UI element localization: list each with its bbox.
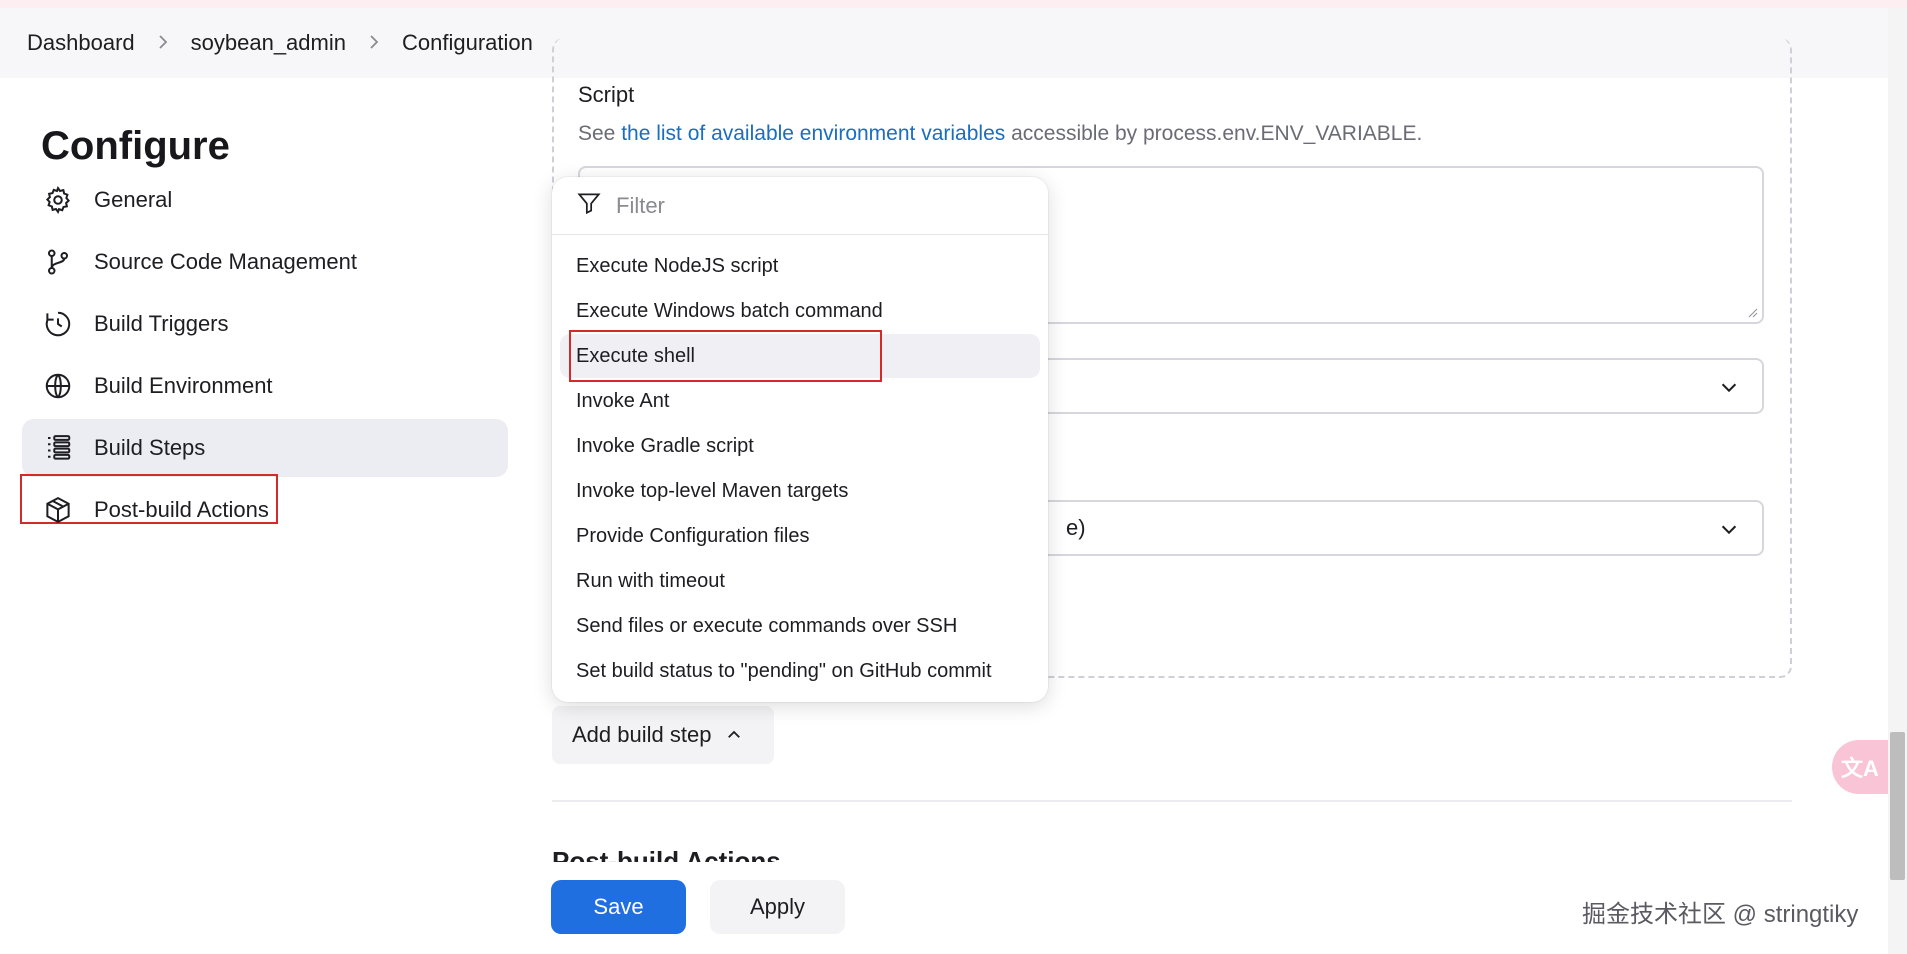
apply-button[interactable]: Apply — [710, 880, 845, 934]
sidebar-item-label: General — [94, 187, 173, 212]
breadcrumb-separator-icon — [368, 30, 380, 56]
highlight-box-execute-shell — [569, 330, 882, 382]
sidebar: Configure General Source Code Management… — [0, 78, 520, 948]
section-divider — [552, 800, 1792, 802]
breadcrumb-project[interactable]: soybean_admin — [191, 30, 346, 56]
breadcrumb-configuration[interactable]: Configuration — [402, 30, 533, 56]
resize-grip-icon[interactable] — [1746, 306, 1758, 318]
menu-item-set-build-status-pending[interactable]: Set build status to "pending" on GitHub … — [560, 649, 1040, 693]
chevron-down-icon — [1721, 525, 1737, 535]
chevron-down-icon — [1721, 383, 1737, 393]
add-build-step-label: Add build step — [572, 722, 712, 747]
package-icon — [42, 494, 74, 526]
sidebar-item-label: Build Triggers — [94, 311, 229, 336]
filter-placeholder: Filter — [616, 192, 665, 218]
menu-item-provide-configuration-files[interactable]: Provide Configuration files — [560, 514, 1040, 558]
gear-icon — [42, 184, 74, 216]
watermark-text: 掘金技术社区 @ stringtiky — [1582, 901, 1859, 928]
chevron-up-icon — [725, 726, 743, 744]
sidebar-item-general[interactable]: General — [22, 171, 508, 229]
breadcrumb-dashboard[interactable]: Dashboard — [27, 30, 135, 56]
sidebar-item-label: Post-build Actions — [94, 497, 269, 522]
menu-item-execute-nodejs-script[interactable]: Execute NodeJS script — [560, 244, 1040, 288]
breadcrumb-separator-icon — [157, 30, 169, 56]
sidebar-item-post-build-actions[interactable]: Post-build Actions — [22, 481, 508, 539]
sidebar-item-label: Build Environment — [94, 373, 273, 398]
sidebar-item-source-code-management[interactable]: Source Code Management — [22, 233, 508, 291]
save-button[interactable]: Save — [551, 880, 686, 934]
filter-input[interactable]: Filter — [552, 177, 1048, 235]
sidebar-item-build-environment[interactable]: Build Environment — [22, 357, 508, 415]
sidebar-item-label: Source Code Management — [94, 249, 357, 274]
clock-icon — [42, 308, 74, 340]
menu-item-invoke-maven-targets[interactable]: Invoke top-level Maven targets — [560, 469, 1040, 513]
sidebar-item-build-steps[interactable]: Build Steps — [22, 419, 508, 477]
sidebar-item-build-triggers[interactable]: Build Triggers — [22, 295, 508, 353]
build-step-dropdown: Filter Execute NodeJS script Execute Win… — [552, 177, 1048, 702]
globe-icon — [42, 370, 74, 402]
script-help-text: See the list of available environment va… — [578, 122, 1423, 145]
translate-button[interactable]: 文A — [1832, 740, 1888, 794]
translate-icon: 文A — [1841, 756, 1879, 781]
env-variables-link[interactable]: the list of available environment variab… — [621, 122, 1005, 145]
list-icon — [42, 432, 74, 464]
sidebar-item-label: Build Steps — [94, 435, 206, 460]
scrollbar-thumb[interactable] — [1890, 732, 1905, 880]
page-title: Configure — [41, 124, 230, 168]
menu-item-execute-windows-batch-command[interactable]: Execute Windows batch command — [560, 289, 1040, 333]
menu-item-send-files-over-ssh[interactable]: Send files or execute commands over SSH — [560, 604, 1040, 648]
filter-icon — [576, 190, 602, 221]
top-stripe — [0, 0, 1907, 8]
select-field-2-value: e) — [1066, 515, 1086, 540]
menu-item-invoke-ant[interactable]: Invoke Ant — [560, 379, 1040, 423]
branch-icon — [42, 246, 74, 278]
add-build-step-button[interactable]: Add build step — [552, 706, 774, 764]
menu-item-invoke-gradle-script[interactable]: Invoke Gradle script — [560, 424, 1040, 468]
menu-item-run-with-timeout[interactable]: Run with timeout — [560, 559, 1040, 603]
script-label: Script — [578, 82, 635, 107]
